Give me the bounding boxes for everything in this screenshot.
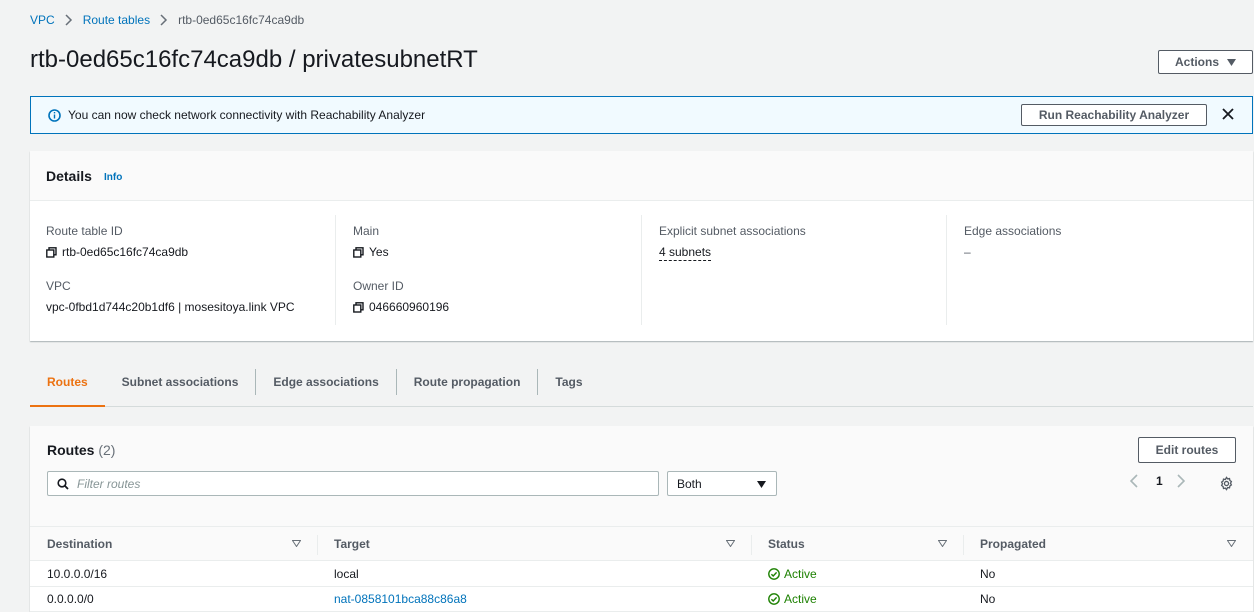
status-text: Active (784, 567, 817, 581)
search-icon (57, 477, 69, 490)
edge-associations-value: – (964, 245, 971, 259)
details-panel: Details Info Route table ID rtb-0ed65c16… (30, 151, 1253, 341)
sort-icon[interactable] (726, 540, 735, 547)
owner-id-value: 046660960196 (353, 300, 449, 314)
routes-panel: Routes (2) Edit routes Both 1 Destinatio… (30, 426, 1253, 612)
column-target[interactable]: Target (334, 537, 370, 551)
select-value: Both (677, 476, 702, 491)
column-divider (641, 215, 642, 325)
sort-icon[interactable] (1227, 540, 1236, 547)
column-divider (751, 535, 752, 555)
breadcrumb-vpc[interactable]: VPC (30, 13, 55, 27)
routes-count: (2) (98, 442, 116, 458)
pagination: 1 (1130, 474, 1189, 488)
vpc-label: VPC (46, 279, 71, 293)
table-header: Destination Target Status Propagated (30, 526, 1253, 561)
tab-routes[interactable]: Routes (30, 365, 105, 407)
copy-icon[interactable] (353, 301, 364, 313)
chevron-right-icon (65, 14, 73, 26)
propagated-cell: No (980, 567, 996, 581)
copy-icon[interactable] (353, 246, 364, 258)
info-icon (48, 108, 61, 122)
routes-title: Routes (2) (47, 442, 115, 458)
edit-routes-button[interactable]: Edit routes (1138, 437, 1236, 463)
column-divider (317, 535, 318, 555)
table-row[interactable]: 10.0.0.0/16 local Active No (30, 562, 1253, 587)
breadcrumb-route-tables[interactable]: Route tables (83, 13, 150, 27)
chevron-right-icon (160, 14, 168, 26)
close-icon[interactable] (1221, 107, 1235, 121)
tab-edge-associations[interactable]: Edge associations (256, 365, 395, 407)
route-table-id-value: rtb-0ed65c16fc74ca9db (46, 245, 188, 259)
column-divider (335, 215, 336, 325)
page-title: rtb-0ed65c16fc74ca9db / privatesubnetRT (30, 46, 478, 73)
info-link[interactable]: Info (104, 172, 122, 183)
check-circle-icon (768, 593, 780, 605)
target-cell: local (334, 567, 359, 581)
breadcrumb-current: rtb-0ed65c16fc74ca9db (178, 13, 305, 27)
table-row[interactable]: 0.0.0.0/0 nat-0858101bca88c86a8 Active N… (30, 587, 1253, 612)
actions-button[interactable]: Actions (1158, 50, 1253, 74)
actions-label: Actions (1174, 55, 1219, 69)
explicit-subnet-link[interactable]: 4 subnets (659, 245, 712, 261)
column-status[interactable]: Status (768, 537, 805, 551)
propagated-cell: No (980, 592, 996, 606)
main-label: Main (353, 224, 380, 238)
check-circle-icon (768, 568, 780, 580)
column-divider (946, 215, 947, 325)
route-table-id: rtb-0ed65c16fc74ca9db (62, 245, 189, 259)
filter-box (47, 471, 659, 496)
tab-route-propagation[interactable]: Route propagation (397, 365, 538, 407)
route-table-id-label: Route table ID (46, 224, 123, 238)
gear-icon[interactable] (1219, 476, 1234, 491)
filter-routes-input[interactable] (77, 476, 637, 491)
tab-bar: Routes Subnet associations Edge associat… (30, 365, 1253, 407)
copy-icon[interactable] (46, 246, 57, 258)
explicit-subnet-value: 4 subnets (659, 245, 712, 261)
nat-gateway-link[interactable]: nat-0858101bca88c86a8 (334, 592, 467, 606)
status-cell: Active (768, 592, 817, 606)
routes-title-text: Routes (47, 442, 95, 458)
caret-down-icon (1227, 55, 1236, 69)
sort-icon[interactable] (938, 540, 947, 547)
details-header (30, 151, 1253, 201)
edge-associations-label: Edge associations (964, 224, 1062, 238)
details-title: Details (46, 168, 92, 184)
column-destination[interactable]: Destination (47, 537, 112, 551)
page-number[interactable]: 1 (1156, 474, 1163, 488)
chevron-left-icon[interactable] (1130, 474, 1142, 488)
breadcrumb: VPC Route tables rtb-0ed65c16fc74ca9db (30, 13, 304, 27)
route-type-select[interactable]: Both (667, 471, 777, 496)
destination-cell: 10.0.0.0/16 (47, 567, 108, 581)
column-propagated[interactable]: Propagated (980, 537, 1046, 551)
column-divider (963, 535, 964, 555)
tab-tags[interactable]: Tags (538, 365, 599, 407)
run-reachability-analyzer-button[interactable]: Run Reachability Analyzer (1021, 104, 1207, 126)
status-text: Active (784, 592, 817, 606)
destination-cell: 0.0.0.0/0 (47, 592, 94, 606)
explicit-subnet-label: Explicit subnet associations (659, 224, 806, 238)
vpc-link[interactable]: vpc-0fbd1d744c20b1df6 | mosesitoya.link … (46, 300, 295, 314)
owner-id-text: 046660960196 (369, 300, 450, 314)
chevron-right-icon[interactable] (1177, 474, 1189, 488)
status-cell: Active (768, 567, 817, 581)
tab-subnet-associations[interactable]: Subnet associations (105, 365, 256, 407)
main-value: Yes (353, 245, 389, 259)
sort-icon[interactable] (292, 540, 301, 547)
banner-text: You can now check network connectivity w… (68, 108, 426, 122)
caret-down-icon (757, 477, 766, 491)
main-text: Yes (369, 245, 389, 259)
owner-id-label: Owner ID (353, 279, 404, 293)
